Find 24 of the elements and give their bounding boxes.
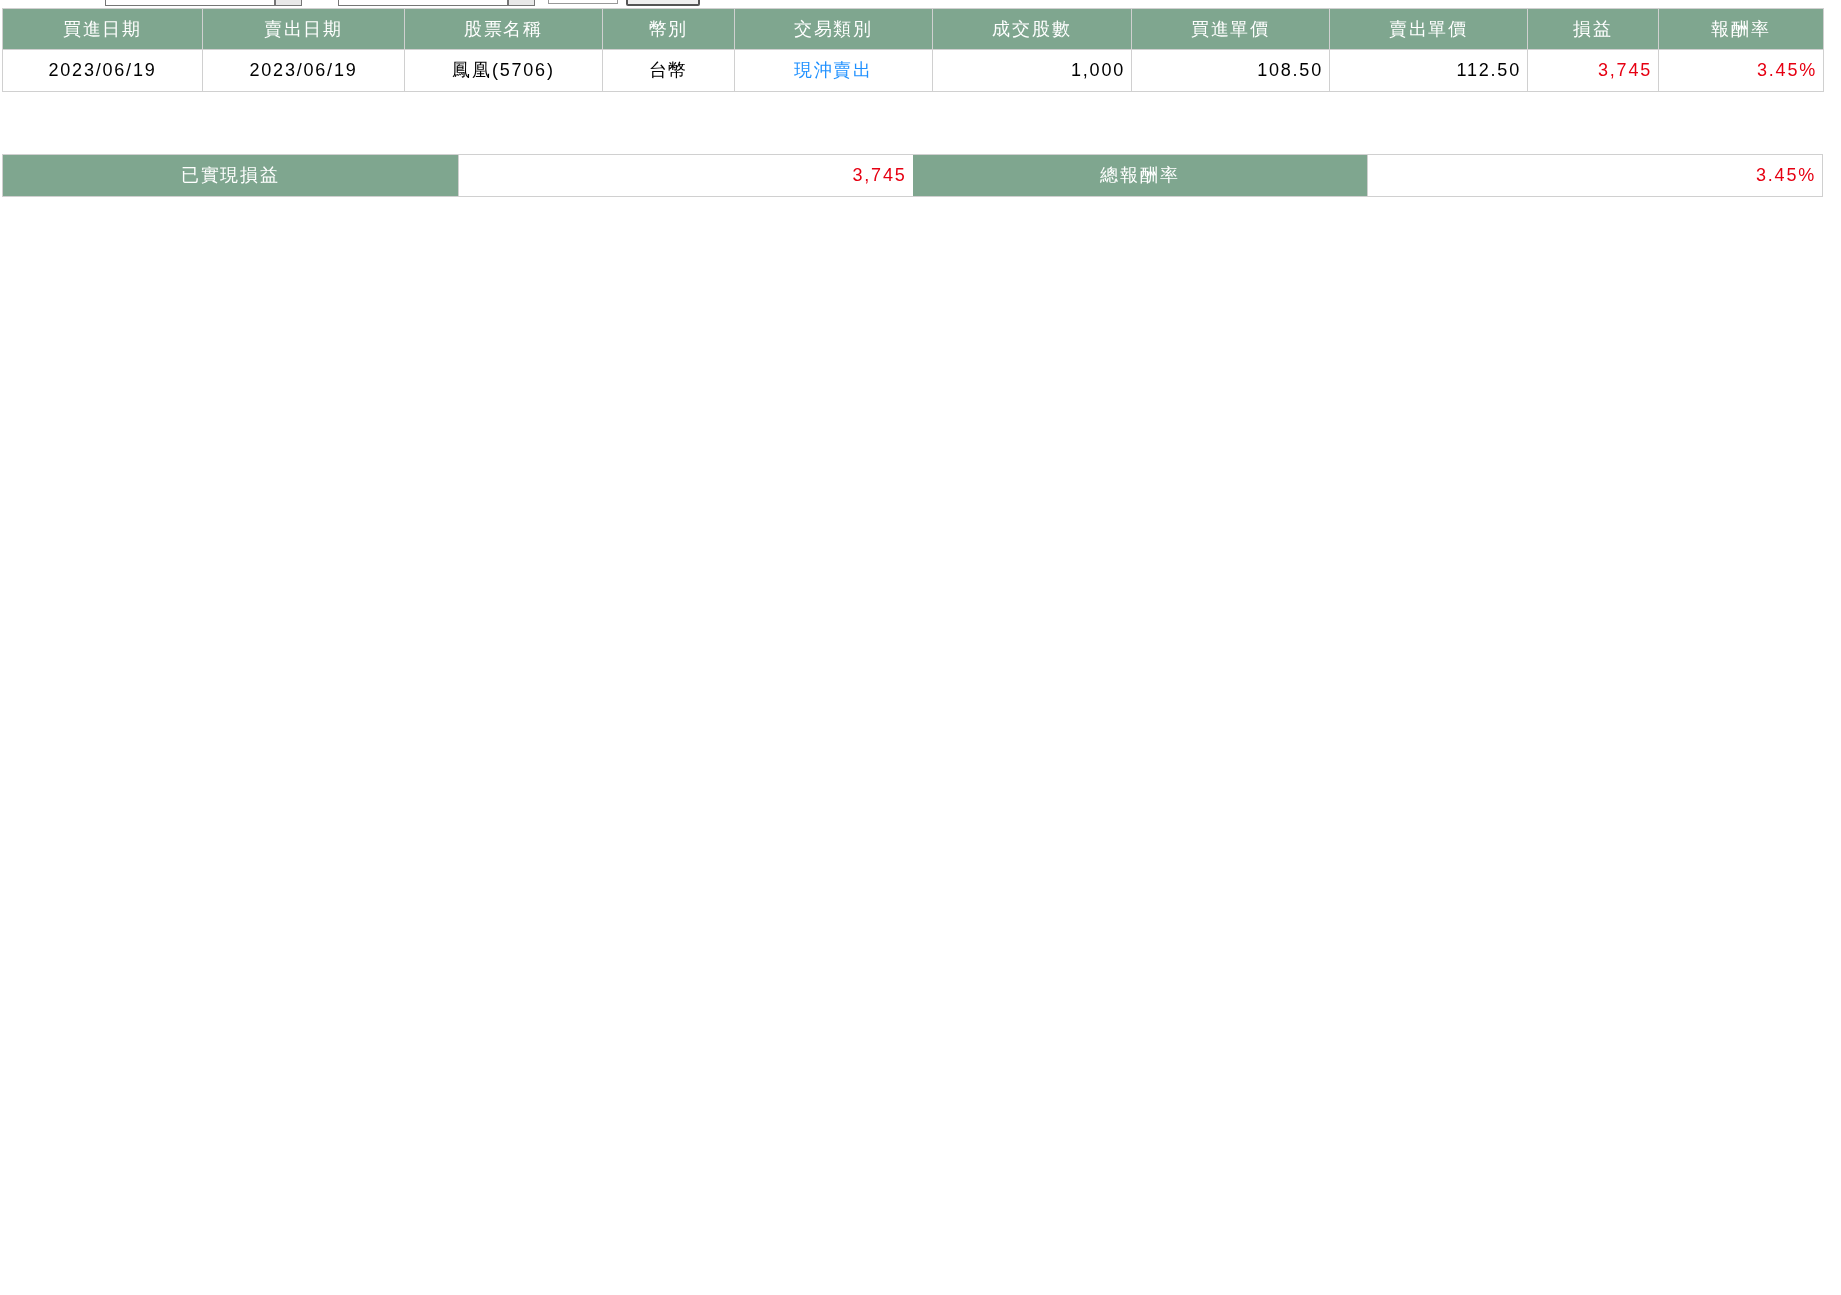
column-header: 成交股數	[932, 8, 1132, 50]
table-cell: 鳳凰(5706)	[404, 49, 603, 92]
summary-label: 總報酬率	[912, 155, 1368, 196]
table-cell: 2023/06/19	[2, 49, 203, 92]
column-header: 報酬率	[1658, 8, 1824, 50]
column-header: 賣出日期	[202, 8, 405, 50]
column-header: 買進日期	[2, 8, 203, 50]
table-cell: 台幣	[602, 49, 735, 92]
column-header: 賣出單價	[1329, 8, 1528, 50]
table-cell: 2023/06/19	[202, 49, 405, 92]
table-cell: 1,000	[932, 49, 1132, 92]
summary-label: 已實現損益	[3, 155, 458, 196]
column-header: 買進單價	[1131, 8, 1330, 50]
column-header: 交易類別	[734, 8, 933, 50]
column-header: 損益	[1527, 8, 1659, 50]
table-cell: 108.50	[1131, 49, 1330, 92]
trade-type-link[interactable]: 現沖賣出	[734, 49, 933, 92]
table-cell: 3,745	[1527, 49, 1659, 92]
table-cell: 112.50	[1329, 49, 1528, 92]
summary-value: 3.45%	[1367, 155, 1822, 196]
column-header: 幣別	[602, 8, 735, 50]
column-header: 股票名稱	[404, 8, 603, 50]
table-cell: 3.45%	[1658, 49, 1824, 92]
summary-value: 3,745	[457, 155, 913, 196]
